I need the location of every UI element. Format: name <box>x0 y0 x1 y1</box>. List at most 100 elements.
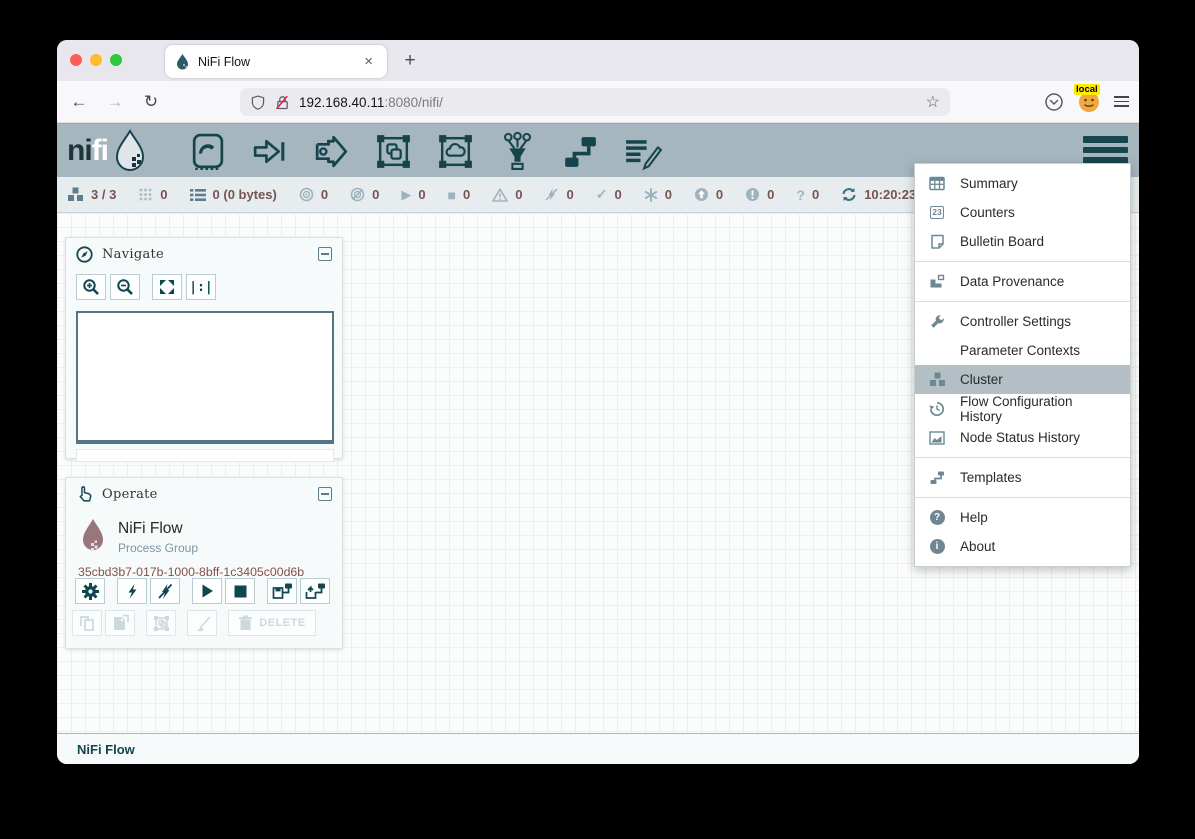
copy-button[interactable] <box>72 610 102 636</box>
process-group-id: 35cbd3b7-017b-1000-8bff-1c3405c00d6b <box>66 555 342 579</box>
create-template-button[interactable] <box>267 578 297 604</box>
reload-button[interactable]: ↻ <box>137 88 165 116</box>
browser-tab[interactable]: NiFi Flow × <box>165 45 387 78</box>
running-count: 0 <box>418 187 425 202</box>
minimize-window-button[interactable] <box>90 54 102 66</box>
template-icon[interactable] <box>559 131 600 172</box>
menu-divider <box>915 457 1130 458</box>
fill-color-button[interactable] <box>187 610 217 636</box>
sync-failure-icon: ? <box>796 187 805 203</box>
sticky-note-icon <box>930 234 945 249</box>
menu-item-parameter-contexts[interactable]: Parameter Contexts <box>915 336 1130 365</box>
queued-count: 0 (0 bytes) <box>213 187 277 202</box>
zoom-window-button[interactable] <box>110 54 122 66</box>
area-chart-icon <box>929 431 945 445</box>
browser-toolbar: ← → ↻ 192.168.40.11:8080/nifi/ ☆ local <box>57 81 1139 123</box>
nifi-logo: nifi <box>67 129 150 173</box>
about-icon: i <box>930 539 945 554</box>
paste-button[interactable] <box>105 610 135 636</box>
hand-pointer-icon <box>76 485 93 503</box>
pocket-icon[interactable] <box>1044 92 1064 112</box>
breadcrumb-root[interactable]: NiFi Flow <box>77 742 135 757</box>
menu-item-controller-settings[interactable]: Controller Settings <box>915 307 1130 336</box>
menu-divider <box>915 301 1130 302</box>
input-port-icon[interactable] <box>249 131 290 172</box>
zoom-fit-button[interactable] <box>152 274 182 300</box>
delete-button[interactable]: DELETE <box>228 610 316 636</box>
funnel-icon[interactable] <box>497 131 538 172</box>
collapse-navigate-button[interactable] <box>318 247 332 261</box>
label-icon[interactable] <box>621 131 662 172</box>
container-account-button[interactable]: local <box>1078 91 1100 113</box>
birdseye-view[interactable] <box>76 311 334 444</box>
process-group-droplet-icon <box>78 518 108 555</box>
disable-button[interactable] <box>150 578 180 604</box>
disabled-count: 0 <box>566 187 573 202</box>
wrench-icon <box>929 314 945 330</box>
menu-divider <box>915 261 1130 262</box>
url-bar[interactable]: 192.168.40.11:8080/nifi/ ☆ <box>240 88 950 116</box>
browser-menu-icon[interactable] <box>1114 96 1129 107</box>
logo-fi: fi <box>92 134 108 167</box>
container-tab-label: local <box>1074 84 1100 95</box>
delete-button-label: DELETE <box>259 617 305 629</box>
one-to-one-glyph: |:| <box>189 280 212 295</box>
global-menu: Summary 23Counters Bulletin Board Data P… <box>914 163 1131 567</box>
menu-item-help[interactable]: ?Help <box>915 503 1130 532</box>
configure-button[interactable] <box>75 578 105 604</box>
process-group-icon[interactable] <box>373 131 414 172</box>
menu-item-node-status-history[interactable]: Node Status History <box>915 423 1130 452</box>
nifi-droplet-icon <box>110 129 150 173</box>
zoom-in-button[interactable] <box>76 274 106 300</box>
navigate-panel: Navigate |:| <box>65 237 343 459</box>
global-menu-button[interactable] <box>1083 136 1128 164</box>
shield-icon[interactable] <box>250 94 266 111</box>
menu-item-flow-configuration-history[interactable]: Flow Configuration History <box>915 394 1130 423</box>
operate-panel: Operate NiFi Flow Process Group 35cbd3b7… <box>65 477 343 649</box>
zoom-out-button[interactable] <box>110 274 140 300</box>
back-button[interactable]: ← <box>65 88 93 116</box>
menu-item-about[interactable]: iAbout <box>915 532 1130 561</box>
upload-template-button[interactable] <box>300 578 330 604</box>
active-threads-count: 0 <box>160 187 167 202</box>
new-tab-button[interactable]: + <box>397 48 423 74</box>
table-icon <box>929 176 945 191</box>
locally-modified-icon <box>644 188 658 202</box>
connected-nodes-count: 3 / 3 <box>91 187 116 202</box>
start-button[interactable] <box>192 578 222 604</box>
menu-item-counters[interactable]: 23Counters <box>915 198 1130 227</box>
cluster-cubes-icon <box>929 372 946 387</box>
locally-modified-and-stale-icon <box>745 187 760 202</box>
tab-title: NiFi Flow <box>198 55 352 69</box>
insecure-lock-icon[interactable] <box>274 94 291 111</box>
remote-process-group-icon[interactable] <box>435 131 476 172</box>
transmitting-icon <box>299 187 314 202</box>
browser-window: NiFi Flow × + ← → ↻ 192.168.40.11:8080/n… <box>57 40 1139 764</box>
forward-button[interactable]: → <box>101 88 129 116</box>
sync-failure-count: 0 <box>812 187 819 202</box>
menu-item-cluster[interactable]: Cluster <box>915 365 1130 394</box>
enable-button[interactable] <box>117 578 147 604</box>
close-window-button[interactable] <box>70 54 82 66</box>
refresh-icon[interactable] <box>841 187 857 202</box>
menu-item-summary[interactable]: Summary <box>915 169 1130 198</box>
menu-item-bulletin-board[interactable]: Bulletin Board <box>915 227 1130 256</box>
zoom-actual-size-button[interactable]: |:| <box>186 274 216 300</box>
url-host: 192.168.40.11 <box>299 95 384 110</box>
close-tab-icon[interactable]: × <box>360 52 377 71</box>
stop-button[interactable] <box>225 578 255 604</box>
selected-flow-name: NiFi Flow <box>118 518 198 538</box>
menu-divider <box>915 497 1130 498</box>
locally-modified-and-stale-count: 0 <box>767 187 774 202</box>
collapse-operate-button[interactable] <box>318 487 332 501</box>
operate-title: Operate <box>102 487 309 502</box>
url-text[interactable]: 192.168.40.11:8080/nifi/ <box>299 95 918 110</box>
logo-ni: ni <box>67 134 92 167</box>
templates-icon <box>929 470 945 485</box>
processor-icon[interactable] <box>187 131 228 172</box>
menu-item-data-provenance[interactable]: Data Provenance <box>915 267 1130 296</box>
menu-item-templates[interactable]: Templates <box>915 463 1130 492</box>
group-button[interactable] <box>146 610 176 636</box>
output-port-icon[interactable] <box>311 131 352 172</box>
bookmark-star-icon[interactable]: ☆ <box>926 92 940 112</box>
